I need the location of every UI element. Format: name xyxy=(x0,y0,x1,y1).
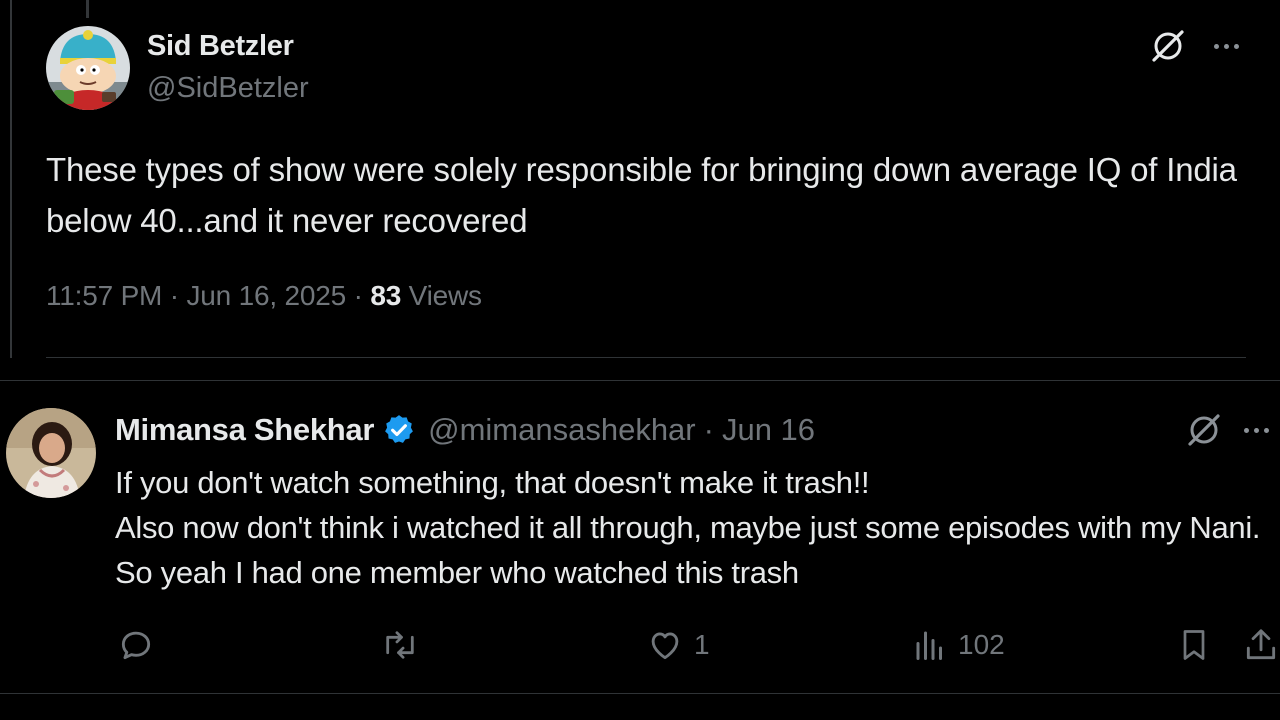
retweet-icon xyxy=(386,631,414,659)
thread-line xyxy=(10,0,12,358)
tweet-meta: 11:57 PM · Jun 16, 2025 · 83 Views xyxy=(46,280,482,312)
thread-connector xyxy=(86,0,89,18)
more-icon[interactable] xyxy=(1244,418,1280,442)
bookmark-icon xyxy=(1183,630,1205,660)
reply-separator: · xyxy=(703,412,714,447)
author-name[interactable]: Sid Betzler xyxy=(147,30,294,63)
avatar[interactable] xyxy=(6,408,96,498)
verified-badge-icon xyxy=(385,415,413,443)
avatar[interactable] xyxy=(46,26,130,110)
views-count[interactable]: 83 xyxy=(370,280,401,311)
tweet-text: These types of show were solely responsi… xyxy=(46,151,1237,239)
bookmark-button[interactable] xyxy=(1176,620,1212,670)
tweet-date[interactable]: Jun 16, 2025 xyxy=(186,280,346,311)
share-icon xyxy=(1246,629,1276,660)
author-handle[interactable]: @SidBetzler xyxy=(147,72,309,105)
action-bar: 1 102 xyxy=(0,620,1280,670)
views-button[interactable]: 102 xyxy=(912,620,1005,670)
reply-button[interactable] xyxy=(117,620,165,670)
views-count: 102 xyxy=(958,629,1005,660)
divider xyxy=(0,380,1280,381)
divider xyxy=(46,357,1246,358)
tweet-time[interactable]: 11:57 PM xyxy=(46,280,162,311)
share-button[interactable] xyxy=(1242,620,1280,670)
reply-text: If you don't watch something, that doesn… xyxy=(115,465,1261,590)
meta-separator: · xyxy=(169,280,179,311)
analytics-icon xyxy=(916,631,942,660)
heart-icon xyxy=(651,632,679,660)
reply-author-name[interactable]: Mimansa Shekhar xyxy=(115,412,374,448)
reply-icon xyxy=(121,631,151,660)
grok-icon[interactable] xyxy=(1186,412,1222,448)
more-icon[interactable] xyxy=(1208,34,1244,58)
reply-author-handle[interactable]: @mimansashekhar xyxy=(428,412,696,448)
page: Sid Betzler @SidBetzler These types of s… xyxy=(0,0,1280,720)
grok-icon[interactable] xyxy=(1150,28,1186,64)
divider xyxy=(0,693,1280,694)
like-count: 1 xyxy=(694,629,710,660)
meta-separator: · xyxy=(353,280,363,311)
reply-header: Mimansa Shekhar @mimansashekhar · Jun 16 xyxy=(115,412,815,448)
views-label: Views xyxy=(408,280,482,311)
like-button[interactable]: 1 xyxy=(646,620,710,670)
reply-date[interactable]: Jun 16 xyxy=(722,412,815,448)
retweet-button[interactable] xyxy=(380,620,430,670)
